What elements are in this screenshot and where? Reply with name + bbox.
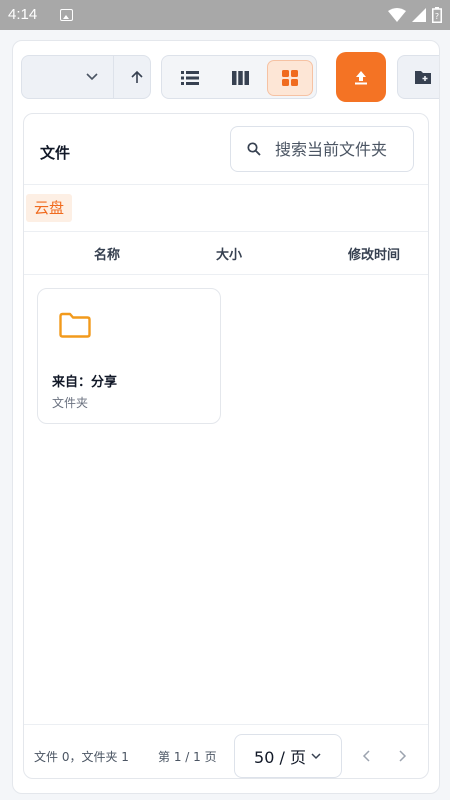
list-view-button[interactable] [167,60,213,96]
column-header-name[interactable]: 名称 [94,244,120,263]
chevron-right-icon [399,750,407,762]
column-header-modified[interactable]: 修改时间 [348,244,400,263]
chevron-left-icon [362,750,370,762]
path-selector [21,55,151,99]
file-list-card: 文件 云盘 名称 大小 修改时间 来自：分享 文件夹 文件 0，文件夹 1 第 … [23,113,429,779]
item-count: 文件 0，文件夹 1 [34,750,129,764]
search-input[interactable] [275,137,411,161]
divider [24,724,428,725]
file-manager-panel: 文件 云盘 名称 大小 修改时间 来自：分享 文件夹 文件 0，文件夹 1 第 … [12,40,440,794]
file-name: 来自：分享 [52,375,118,390]
page-size-select[interactable]: 50 / 页 [234,734,342,778]
columns-icon [231,71,249,85]
search-icon [247,142,261,156]
path-dropdown[interactable] [22,56,114,98]
file-type: 文件夹 [52,396,89,410]
chevron-down-icon [311,753,321,760]
status-bar: 4:14 ? [0,0,450,30]
search-box [230,126,414,172]
folder-plus-icon [415,71,431,84]
divider [24,274,428,275]
wifi-icon [388,8,406,22]
status-icons: ? [388,6,442,24]
upload-button[interactable] [336,52,386,102]
new-folder-button[interactable] [397,55,439,99]
divider [24,231,428,232]
upload-icon [355,71,367,85]
view-mode-switcher [161,55,317,99]
file-item[interactable]: 来自：分享 文件夹 [37,288,221,424]
grid-view-button[interactable] [267,60,313,96]
card-title: 文件 [40,144,71,162]
column-header-size[interactable]: 大小 [216,244,242,263]
column-view-button[interactable] [217,60,263,96]
breadcrumb-root[interactable]: 云盘 [26,194,73,222]
gallery-notification-icon [60,9,73,21]
next-page-button[interactable] [392,746,412,766]
list-icon [181,71,199,85]
divider [24,184,428,185]
page-indicator: 第 1 / 1 页 [158,750,217,764]
grid-icon [282,70,298,86]
svg-text:?: ? [435,12,439,21]
chevron-down-icon [86,73,98,81]
toolbar [13,41,439,111]
battery-icon: ? [432,7,442,23]
arrow-up-icon[interactable] [129,69,145,85]
page-size-value: 50 / 页 [254,748,306,767]
signal-icon [412,8,426,22]
prev-page-button[interactable] [357,746,377,766]
folder-icon [59,312,91,338]
status-time: 4:14 [8,6,38,23]
